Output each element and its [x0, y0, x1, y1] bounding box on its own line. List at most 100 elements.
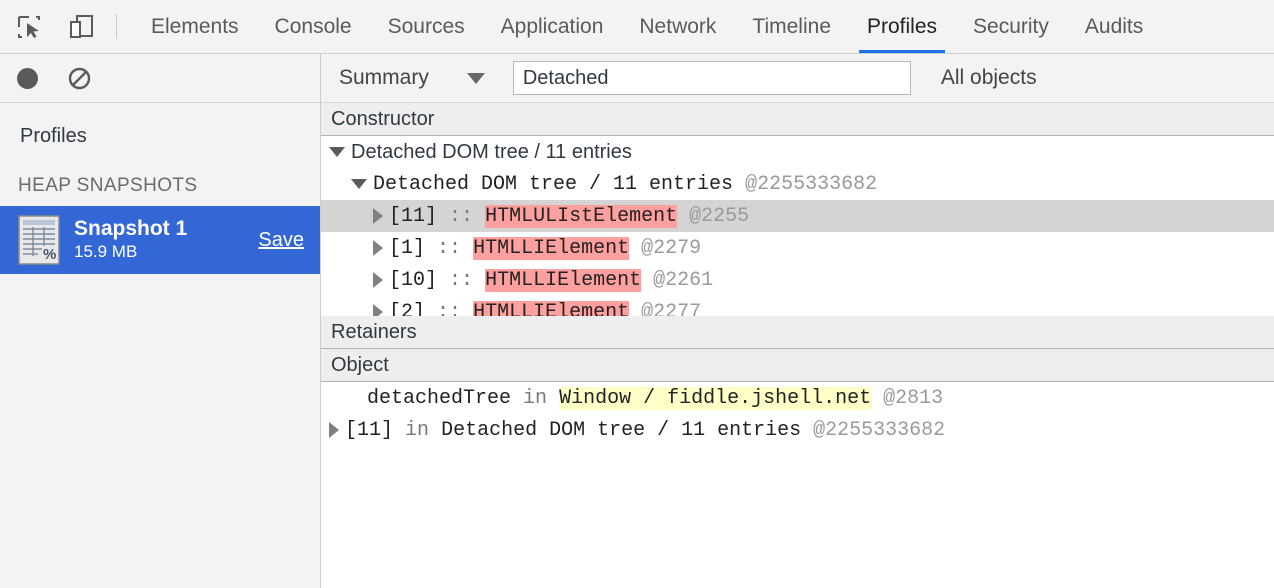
tool-icon-group: [0, 0, 98, 53]
tree-row-segment: [871, 387, 883, 410]
tab-console[interactable]: Console: [257, 0, 370, 53]
tree-row-segment: @2279: [641, 237, 701, 260]
tree-row-segment: [629, 237, 641, 260]
class-filter-input[interactable]: Detached: [513, 61, 911, 95]
tree-row-segment: in: [405, 419, 429, 442]
tree-row-segment: [461, 237, 473, 260]
tree-row-segment: [801, 419, 813, 442]
tree-row-segment: @2261: [653, 269, 713, 292]
inspect-element-icon[interactable]: [12, 10, 46, 44]
tree-row-segment: [429, 419, 441, 442]
sidebar-toolbar: [0, 54, 320, 103]
tree-row-segment: [641, 269, 653, 292]
constructor-column-header: Constructor: [321, 103, 1274, 136]
view-mode-select[interactable]: Summary: [339, 66, 513, 90]
tab-label: Network: [639, 15, 716, 39]
tree-row-segment: [425, 237, 437, 260]
tree-row[interactable]: [2] :: HTMLLIElement @2277: [321, 296, 1274, 316]
sidebar-empty-area: [0, 274, 320, 588]
sidebar-section-heap-snapshots: HEAP SNAPSHOTS: [0, 148, 320, 206]
toolbar-divider: [116, 14, 117, 39]
triangle-collapsed-icon[interactable]: [373, 304, 383, 316]
chevron-down-icon: [467, 73, 485, 84]
tree-row-segment: Window / fiddle.jshell.net: [559, 387, 871, 410]
tree-row[interactable]: [10] :: HTMLLIElement @2261: [321, 264, 1274, 296]
tree-row-segment: detachedTree: [367, 387, 511, 410]
objects-filter-value: All objects: [941, 66, 1037, 89]
triangle-collapsed-icon[interactable]: [373, 272, 383, 288]
tree-row-segment: @2255333682: [813, 419, 945, 442]
tab-security[interactable]: Security: [955, 0, 1067, 53]
snapshot-save-link[interactable]: Save: [258, 229, 304, 252]
tree-row-segment: [733, 173, 745, 196]
tree-row-segment: ::: [449, 269, 473, 292]
sidebar-item-snapshot-1[interactable]: % Snapshot 1 15.9 MB Save: [0, 206, 320, 274]
tab-label: Elements: [151, 15, 239, 39]
tab-timeline[interactable]: Timeline: [734, 0, 849, 53]
tab-audits[interactable]: Audits: [1067, 0, 1161, 53]
objects-filter-select[interactable]: All objects: [941, 66, 1037, 90]
snapshot-name: Snapshot 1: [74, 217, 250, 241]
tab-profiles[interactable]: Profiles: [849, 0, 955, 53]
tree-row-segment: [393, 419, 405, 442]
tree-row-segment: [437, 205, 449, 228]
tree-row-segment: HTMLLIElement: [485, 269, 641, 292]
tree-row-segment: Detached DOM tree / 11 entries: [351, 141, 632, 164]
tree-row-segment: Detached DOM tree / 11 entries: [373, 173, 733, 196]
tree-row-segment: [10]: [389, 269, 437, 292]
sidebar-title: Profiles: [0, 103, 320, 148]
tree-row-segment: [461, 301, 473, 317]
tab-elements[interactable]: Elements: [133, 0, 257, 53]
tab-label: Timeline: [752, 15, 831, 39]
tab-label: Console: [275, 15, 352, 39]
tree-row-segment: @2255: [689, 205, 749, 228]
tree-row-segment: @2813: [883, 387, 943, 410]
triangle-expanded-icon[interactable]: [351, 179, 367, 189]
tab-label: Profiles: [867, 15, 937, 39]
tree-row-segment: [677, 205, 689, 228]
tree-row-segment: in: [523, 387, 547, 410]
object-header-label: Object: [331, 354, 389, 377]
class-filter-value: Detached: [523, 67, 609, 90]
retainer-row[interactable]: [11] in Detached DOM tree / 11 entries @…: [321, 414, 1274, 446]
tree-row[interactable]: Detached DOM tree / 11 entries: [321, 136, 1274, 168]
record-circle-icon[interactable]: [17, 68, 38, 89]
tab-sources[interactable]: Sources: [370, 0, 483, 53]
tree-row-segment: [511, 387, 523, 410]
panel-tabs: Elements Console Sources Application Net…: [133, 0, 1161, 53]
devtools-window: Elements Console Sources Application Net…: [0, 0, 1274, 588]
tree-row-segment: ::: [437, 301, 461, 317]
tree-row-segment: ::: [437, 237, 461, 260]
tree-row-segment: [437, 269, 449, 292]
tab-label: Security: [973, 15, 1049, 39]
tree-row-segment: [629, 301, 641, 317]
tab-network[interactable]: Network: [621, 0, 734, 53]
retainers-header-label: Retainers: [331, 321, 417, 344]
snapshot-size: 15.9 MB: [74, 241, 250, 263]
tab-label: Audits: [1085, 15, 1143, 39]
tree-row[interactable]: Detached DOM tree / 11 entries @22553336…: [321, 168, 1274, 200]
tree-row-segment: @2277: [641, 301, 701, 317]
tree-row[interactable]: [1] :: HTMLLIElement @2279: [321, 232, 1274, 264]
constructor-header-label: Constructor: [331, 108, 434, 131]
heap-snapshot-document-icon: %: [18, 215, 60, 265]
clear-no-entry-icon[interactable]: [68, 67, 91, 90]
tab-label: Application: [501, 15, 604, 39]
triangle-expanded-icon[interactable]: [329, 147, 345, 157]
tab-application[interactable]: Application: [483, 0, 622, 53]
view-mode-value: Summary: [339, 66, 429, 90]
triangle-collapsed-icon[interactable]: [373, 240, 383, 256]
tree-row-segment: [473, 269, 485, 292]
retainers-section-header: Retainers: [321, 316, 1274, 349]
retainer-row[interactable]: detachedTree in Window / fiddle.jshell.n…: [321, 382, 1274, 414]
tree-row-segment: HTMLLIElement: [473, 237, 629, 260]
retainers-tree[interactable]: detachedTree in Window / fiddle.jshell.n…: [321, 382, 1274, 588]
device-toolbar-icon[interactable]: [64, 10, 98, 44]
tree-row[interactable]: [11] :: HTMLULIstElement @2255: [321, 200, 1274, 232]
triangle-collapsed-icon[interactable]: [329, 422, 339, 438]
tree-row-segment: Detached DOM tree / 11 entries: [441, 419, 801, 442]
triangle-collapsed-icon[interactable]: [373, 208, 383, 224]
constructor-tree[interactable]: Detached DOM tree / 11 entriesDetached D…: [321, 136, 1274, 316]
tree-row-segment: [2]: [389, 301, 425, 317]
tree-row-segment: [11]: [345, 419, 393, 442]
